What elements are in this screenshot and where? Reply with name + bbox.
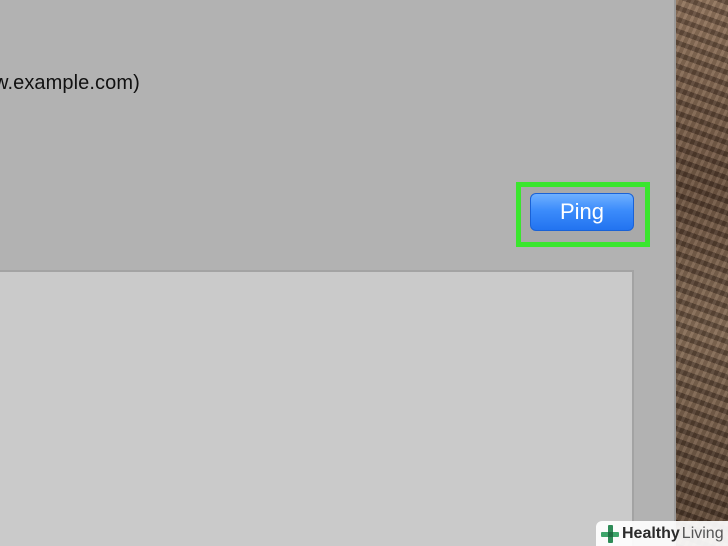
network-utility-window: w.example.com) Ping xyxy=(0,0,676,546)
address-hint-text: w.example.com) xyxy=(0,72,140,94)
watermark-light: Living xyxy=(681,524,724,542)
watermark-strong: Healthy xyxy=(622,524,680,542)
watermark: Healthy Living xyxy=(596,521,728,546)
plus-cross-icon xyxy=(601,524,619,543)
ping-button[interactable]: Ping xyxy=(530,193,634,231)
desktop-wallpaper xyxy=(676,0,728,546)
ping-output-pane[interactable] xyxy=(0,270,634,546)
